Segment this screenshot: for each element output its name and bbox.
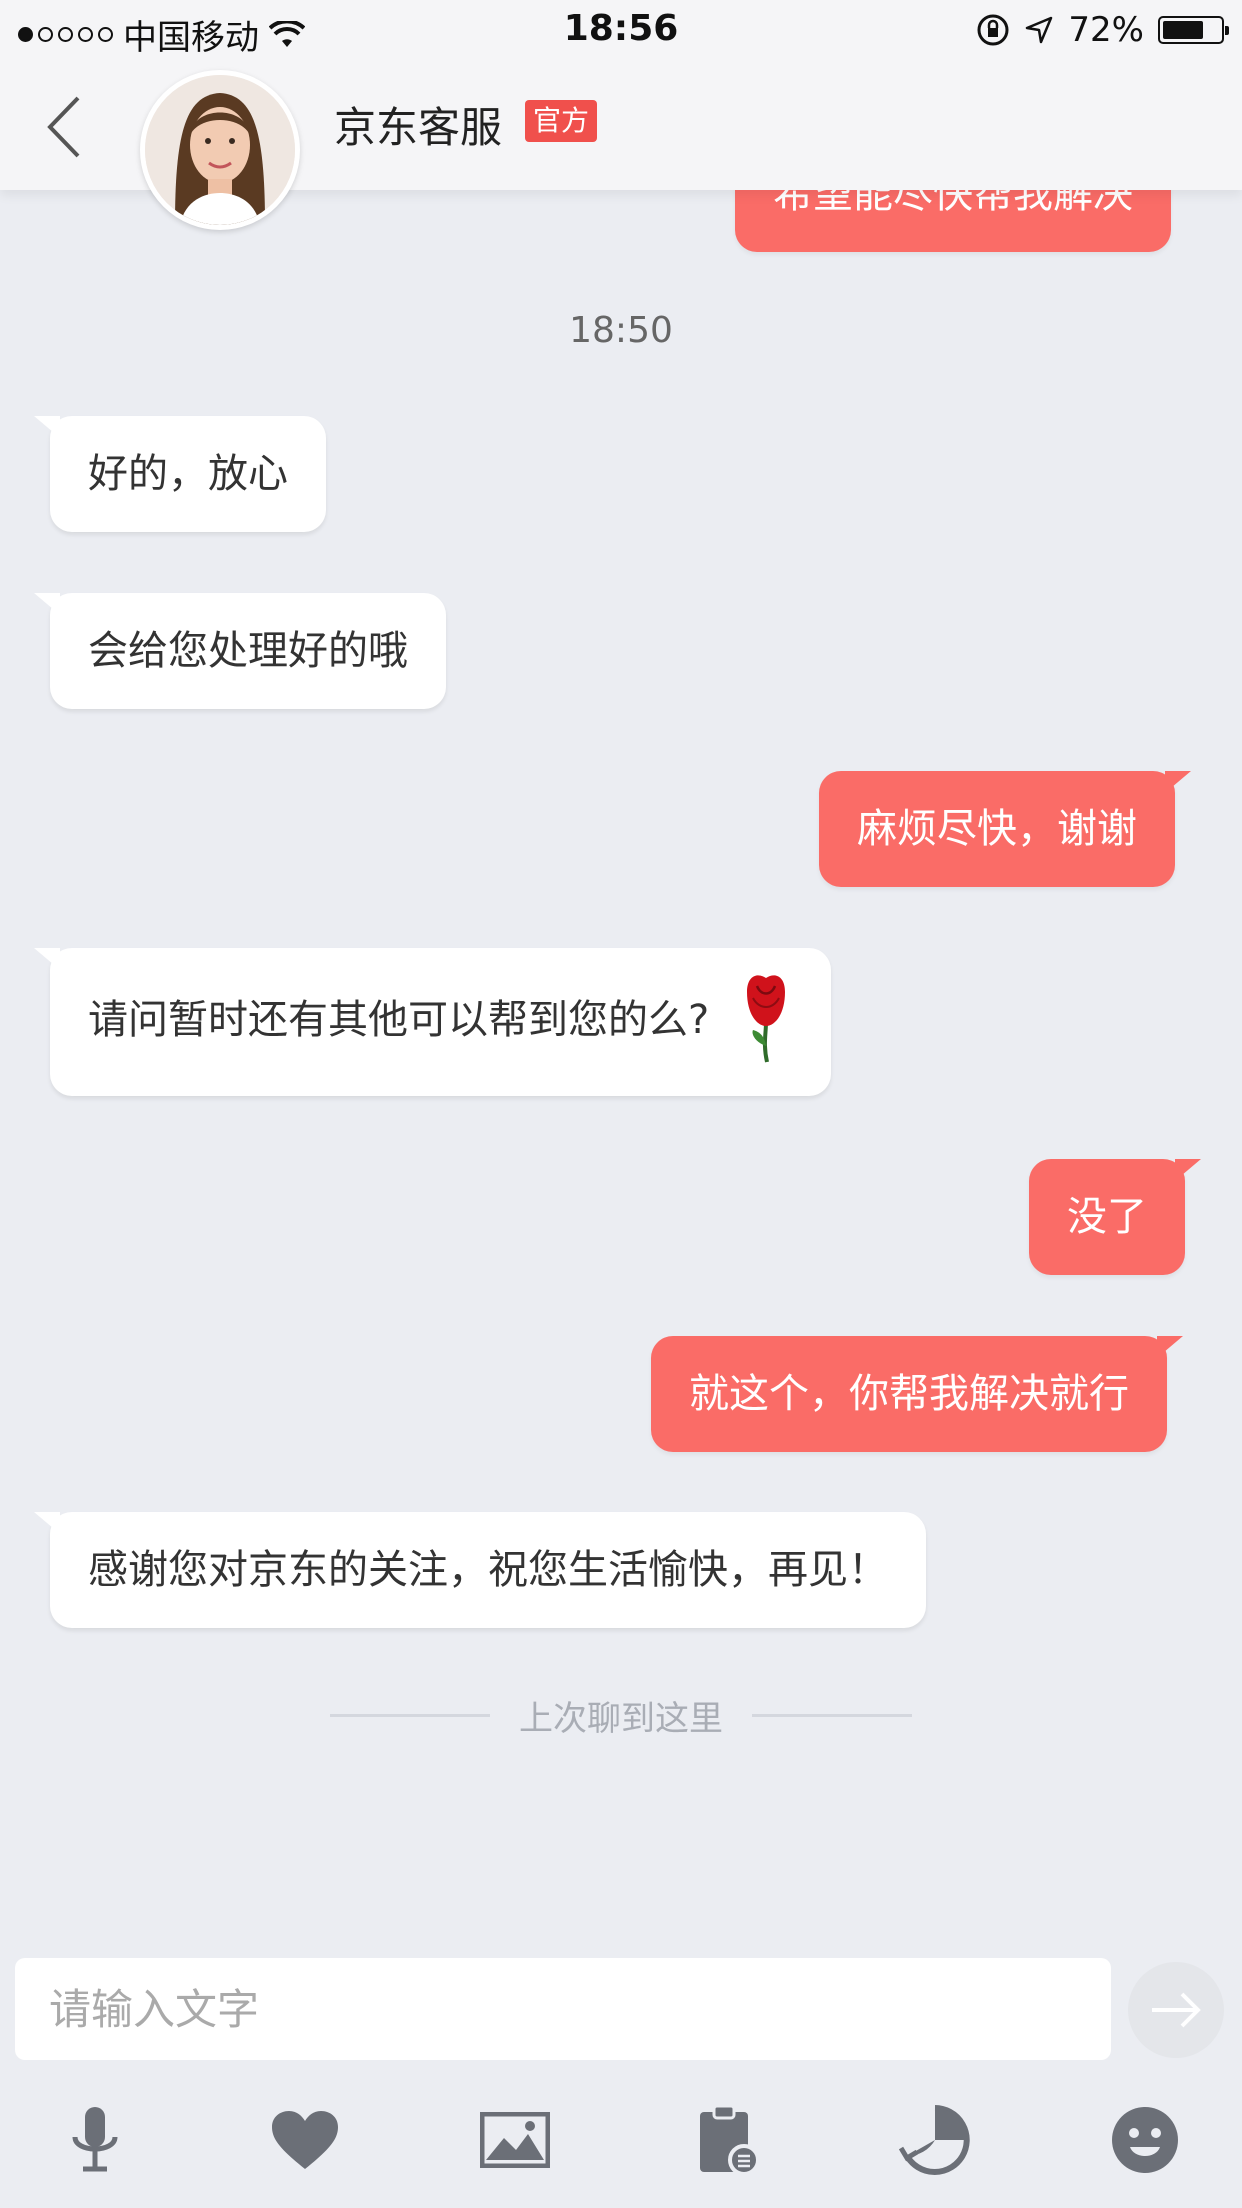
send-button[interactable] [1128, 1962, 1224, 2058]
message-input[interactable] [47, 1983, 1111, 2035]
divider-line [752, 1713, 912, 1717]
chat-bubble-left[interactable]: 会给您处理好的哦 [34, 593, 446, 709]
chevron-left-icon [47, 96, 80, 158]
heart-icon[interactable] [265, 2100, 345, 2180]
status-right: 72% [976, 10, 1229, 50]
avatar[interactable] [140, 70, 300, 230]
message-text: 感谢您对京东的关注，祝您生活愉快，再见！ [88, 1547, 888, 1593]
message-input-container [15, 1958, 1111, 2060]
divider-label: 上次聊到这里 [519, 1698, 723, 1739]
chat-timestamp: 18:50 [569, 310, 673, 351]
chat-bubble-left[interactable]: 请问暂时还有其他可以帮到您的么? [33, 948, 832, 1096]
image-icon[interactable] [475, 2100, 555, 2180]
orientation-lock-icon [977, 14, 1009, 46]
agent-portrait [145, 75, 295, 225]
chat-bubble-left[interactable]: 好的，放心 [34, 416, 326, 532]
chat-bubble-right[interactable]: 麻烦尽快，谢谢 [819, 771, 1191, 887]
status-bar: 中国移动 18:56 72% [0, 0, 1242, 62]
message-text: 麻烦尽快，谢谢 [857, 806, 1137, 852]
battery-percent: 72% [1068, 10, 1144, 50]
arrow-right-icon [1152, 1992, 1201, 2028]
location-arrow-icon [1026, 16, 1053, 44]
contact-name: 京东客服 [334, 103, 503, 152]
message-text: 没了 [1067, 1194, 1147, 1240]
message-text: 好的，放心 [88, 451, 288, 497]
battery-icon [1158, 16, 1229, 44]
rose-icon [747, 975, 786, 1063]
divider-line [330, 1713, 490, 1717]
back-button[interactable] [40, 92, 90, 162]
microphone-icon[interactable] [55, 2100, 135, 2180]
message-text: 就这个，你帮我解决就行 [689, 1371, 1129, 1417]
chat-bubble-right[interactable]: 就这个，你帮我解决就行 [651, 1336, 1183, 1452]
emoji-icon[interactable] [1105, 2100, 1185, 2180]
message-text: 会给您处理好的哦 [88, 628, 408, 674]
chat-bubble-left[interactable]: 感谢您对京东的关注，祝您生活愉快，再见！ [34, 1512, 926, 1628]
chat-bubble-right[interactable]: 没了 [1029, 1159, 1201, 1275]
clipboard-order-icon[interactable] [688, 2100, 768, 2180]
last-read-divider: 上次聊到这里 [330, 1690, 912, 1740]
history-icon[interactable] [895, 2100, 975, 2180]
official-badge: 官方 [525, 100, 598, 142]
message-text: 请问暂时还有其他可以帮到您的么? [88, 997, 710, 1043]
